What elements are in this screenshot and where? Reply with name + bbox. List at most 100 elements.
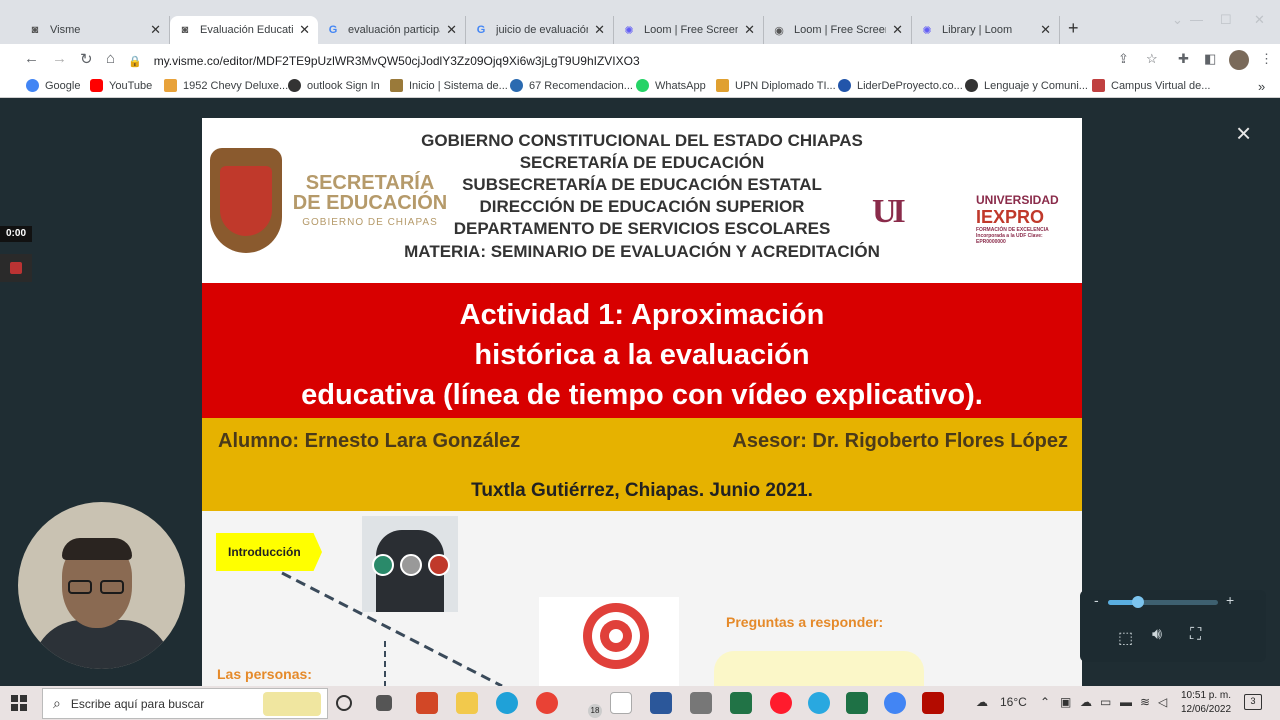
volume-minus-button[interactable]: - bbox=[1094, 592, 1099, 608]
bookmark-sistema[interactable]: Inicio | Sistema de... bbox=[390, 79, 508, 92]
lock-icon: 🔒 bbox=[128, 55, 142, 68]
address-bar-row: ← → ↻ ⌂ 🔒 my.visme.co/editor/MDF2TE9pUzl… bbox=[0, 44, 1280, 76]
close-icon[interactable]: ✕ bbox=[446, 22, 457, 38]
bookmark-outlook[interactable]: outlook Sign In bbox=[288, 79, 380, 92]
new-tab-button[interactable]: + bbox=[1068, 18, 1079, 39]
chevron-down-icon[interactable]: ⌄ bbox=[1172, 12, 1183, 28]
globe-icon bbox=[288, 79, 301, 92]
usb-icon[interactable]: ▭ bbox=[1100, 695, 1111, 709]
tab-evaluacion-educativa[interactable]: ◙ Evaluación Educativa ✕ bbox=[170, 16, 318, 44]
bookmark-campus[interactable]: Campus Virtual de... bbox=[1092, 79, 1210, 92]
forward-icon[interactable]: → bbox=[52, 50, 67, 67]
temperature-text[interactable]: 16°C bbox=[1000, 695, 1027, 709]
close-icon[interactable]: ✕ bbox=[299, 22, 310, 38]
taskbar-clock[interactable]: 10:51 p. m. 12/06/2022 bbox=[1176, 689, 1236, 717]
bookmark-youtube[interactable]: YouTube bbox=[90, 79, 152, 92]
questions-label: Preguntas a responder: bbox=[726, 614, 884, 630]
sidepanel-icon[interactable]: ◧ bbox=[1204, 51, 1216, 67]
volume-plus-button[interactable]: + bbox=[1226, 592, 1234, 608]
sheets-icon[interactable] bbox=[846, 692, 868, 714]
more-bookmarks-button[interactable]: » bbox=[1258, 79, 1265, 94]
webcam-bubble[interactable] bbox=[18, 502, 185, 669]
omnibox[interactable]: 🔒 my.visme.co/editor/MDF2TE9pUzlWR3MvQW5… bbox=[128, 49, 1138, 73]
slider-handle[interactable] bbox=[1131, 596, 1144, 608]
back-icon[interactable]: ← bbox=[24, 50, 39, 67]
tab-evaluacion-participativa[interactable]: G evaluación participati ✕ bbox=[318, 16, 466, 44]
close-icon[interactable]: ✕ bbox=[594, 22, 605, 38]
logo-line: Incorporada a la UDF Clave: EPR0000000 bbox=[976, 233, 1043, 245]
globe-icon: ◉ bbox=[774, 24, 784, 37]
extensions-icon[interactable]: ✚ bbox=[1178, 51, 1189, 67]
tab-juicio-evaluacion[interactable]: G juicio de evaluación ✕ bbox=[466, 16, 614, 44]
bookmark-chevy[interactable]: 1952 Chevy Deluxe... bbox=[164, 79, 288, 92]
task-view-icon[interactable] bbox=[376, 695, 392, 711]
place-date: Tuxtla Gutiérrez, Chiapas. Junio 2021. bbox=[471, 480, 813, 501]
wifi-icon[interactable]: ≋ bbox=[1140, 695, 1150, 709]
volume-icon[interactable]: ◁ bbox=[1158, 695, 1167, 709]
avatar[interactable] bbox=[1229, 50, 1249, 70]
url-text[interactable]: my.visme.co/editor/MDF2TE9pUzlWR3MvQW50c… bbox=[154, 54, 640, 68]
powerpoint-icon[interactable] bbox=[416, 692, 438, 714]
chrome-icon[interactable] bbox=[536, 692, 558, 714]
edge-icon[interactable] bbox=[496, 692, 518, 714]
close-icon[interactable]: ✕ bbox=[150, 22, 161, 38]
bookmark-whatsapp[interactable]: WhatsApp bbox=[636, 79, 706, 92]
clock-date: 12/06/2022 bbox=[1180, 704, 1232, 715]
file-explorer-icon[interactable] bbox=[456, 692, 478, 714]
meet-icon[interactable]: ▣ bbox=[1060, 695, 1071, 709]
reload-icon[interactable]: ↻ bbox=[80, 50, 93, 68]
chiapas-crest-icon bbox=[210, 148, 282, 253]
close-icon[interactable]: ✕ bbox=[744, 22, 755, 38]
close-icon[interactable]: × bbox=[1236, 118, 1251, 149]
chrome-badge: 18 bbox=[588, 704, 602, 718]
fullscreen-icon[interactable]: ⛶ bbox=[1190, 626, 1201, 644]
notepad-icon[interactable] bbox=[610, 692, 632, 714]
close-icon[interactable]: ✕ bbox=[1040, 22, 1051, 38]
home-icon[interactable]: ⌂ bbox=[106, 50, 115, 67]
bookmark-recomendaciones[interactable]: 67 Recomendacion... bbox=[510, 79, 633, 92]
weather-icon[interactable]: ☁ bbox=[976, 695, 988, 709]
header-line: DEPARTAMENTO DE SERVICIOS ESCOLARES bbox=[453, 219, 831, 238]
acrobat-icon[interactable] bbox=[922, 692, 944, 714]
bookmark-lenguaje[interactable]: Lenguaje y Comuni... bbox=[965, 79, 1088, 92]
bookmark-google[interactable]: Google bbox=[26, 79, 80, 92]
logo-line: IEXPRO bbox=[976, 207, 1045, 227]
volume-slider[interactable] bbox=[1108, 596, 1218, 608]
cursor-highlight-icon[interactable]: ⬚ bbox=[1118, 628, 1133, 648]
stop-recording-button[interactable] bbox=[0, 254, 32, 282]
chevron-up-icon[interactable]: ⌃ bbox=[1040, 695, 1050, 709]
excel-icon[interactable] bbox=[730, 692, 752, 714]
student-name: Alumno: Ernesto Lara González bbox=[218, 430, 521, 452]
tab-library-loom[interactable]: ✺ Library | Loom ✕ bbox=[912, 16, 1060, 44]
close-icon[interactable]: ✕ bbox=[892, 22, 903, 38]
opera-icon[interactable] bbox=[770, 692, 792, 714]
cloud-icon[interactable]: ☁ bbox=[1080, 695, 1092, 709]
minimize-icon[interactable]: — bbox=[1190, 12, 1203, 27]
share-icon[interactable]: ⇪ bbox=[1118, 51, 1129, 67]
bookmark-upn[interactable]: UPN Diplomado TI... bbox=[716, 79, 836, 92]
chrome-icon[interactable] bbox=[884, 692, 906, 714]
logo-text: UNIVERSIDAD IEXPRO FORMACIÓN DE EXCELENC… bbox=[976, 194, 1072, 246]
close-window-icon[interactable]: ✕ bbox=[1254, 12, 1265, 28]
notification-badge[interactable]: 3 bbox=[1244, 694, 1262, 710]
bookmark-star-icon[interactable]: ☆ bbox=[1146, 51, 1158, 67]
speaker-icon[interactable]: 🔊︎ bbox=[1152, 626, 1162, 644]
lider-icon bbox=[838, 79, 851, 92]
timeline-section: Introducción Preguntas a responder: Las … bbox=[202, 511, 1082, 686]
tab-loom-1[interactable]: ✺ Loom | Free Screen & ✕ bbox=[614, 16, 764, 44]
intro-label[interactable]: Introducción bbox=[216, 533, 322, 571]
bookmark-lider[interactable]: LiderDeProyecto.co... bbox=[838, 79, 963, 92]
app-icon[interactable] bbox=[690, 692, 712, 714]
word-icon[interactable] bbox=[650, 692, 672, 714]
maximize-icon[interactable]: ☐ bbox=[1220, 12, 1232, 28]
google-icon: G bbox=[476, 24, 486, 36]
taskbar-search-input[interactable]: ⌕ Escribe aquí para buscar bbox=[42, 688, 328, 719]
windows-start-icon[interactable] bbox=[11, 695, 27, 711]
tab-visme[interactable]: ◙ Visme ✕ bbox=[20, 16, 170, 44]
search-icon: ⌕ bbox=[53, 695, 61, 711]
internet-explorer-icon[interactable] bbox=[808, 692, 830, 714]
cortana-icon[interactable] bbox=[336, 695, 352, 711]
menu-icon[interactable]: ⋮ bbox=[1260, 51, 1273, 67]
battery-icon[interactable]: ▬ bbox=[1120, 695, 1132, 709]
tab-loom-2[interactable]: ◉ Loom | Free Screen & ✕ bbox=[764, 16, 912, 44]
